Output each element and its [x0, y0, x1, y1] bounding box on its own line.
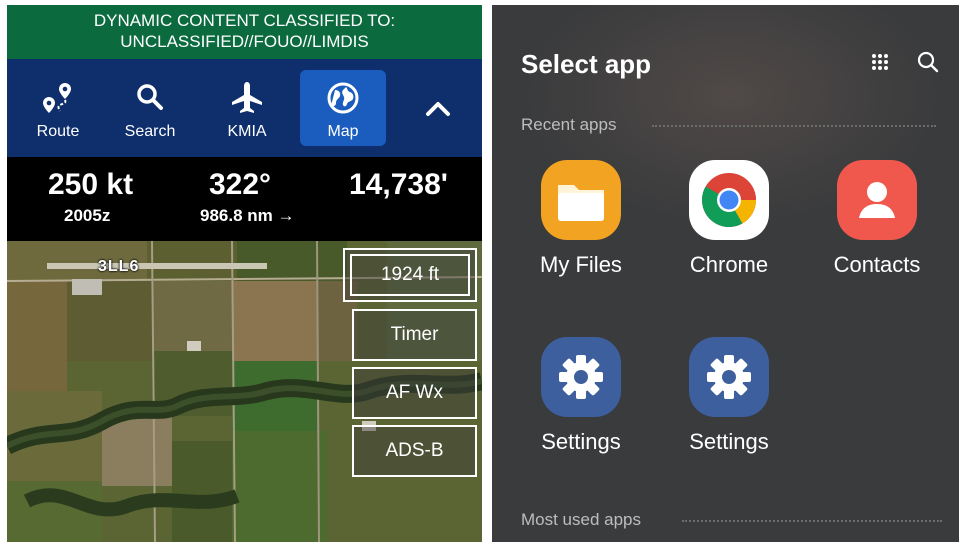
app-settings-1[interactable]: Settings: [511, 337, 651, 455]
most-used-apps-heading: Most used apps: [521, 510, 642, 529]
airport-label: 3LL6: [98, 258, 140, 275]
globe-icon: [300, 80, 386, 116]
classification-banner: DYNAMIC CONTENT CLASSIFIED TO: UNCLASSIF…: [7, 5, 482, 59]
elevation-label: 1924 ft: [350, 254, 470, 296]
route-button[interactable]: Route: [15, 70, 101, 146]
app-label: Contacts: [833, 252, 921, 277]
app-contacts[interactable]: Contacts: [807, 160, 947, 278]
flight-app-pane: DYNAMIC CONTENT CLASSIFIED TO: UNCLASSIF…: [7, 5, 482, 542]
gear-icon: [689, 337, 769, 417]
map-button[interactable]: Map: [300, 70, 386, 146]
top-toolbar: Route Search KMIA Map: [7, 59, 482, 157]
gear-icon: [541, 337, 621, 417]
collapse-toolbar-button[interactable]: [418, 89, 458, 129]
search-icon: [107, 80, 193, 116]
search-icon[interactable]: [916, 50, 940, 74]
route-label: Route: [36, 123, 80, 140]
altitude-value: 14,738': [349, 168, 448, 201]
time-value: 2005z: [64, 206, 111, 225]
select-app-sheet: Select app Recent apps My Files Chrome C…: [492, 5, 959, 542]
search-label: Search: [124, 123, 176, 140]
ads-b-button[interactable]: ADS-B: [352, 425, 477, 477]
recent-apps-heading: Recent apps: [521, 115, 617, 134]
af-wx-button[interactable]: AF Wx: [352, 367, 477, 419]
chevron-up-icon: [426, 102, 450, 116]
elevation-button[interactable]: 1924 ft: [343, 248, 477, 302]
airplane-icon: [204, 80, 290, 116]
app-chrome[interactable]: Chrome: [659, 160, 799, 278]
flight-stats-bar: 250 kt 2005z 322° 986.8 nm → 14,738': [7, 157, 482, 241]
timer-button[interactable]: Timer: [352, 309, 477, 361]
classification-line-1: DYNAMIC CONTENT CLASSIFIED TO:: [93, 11, 396, 30]
app-label: Settings: [541, 429, 621, 454]
app-label: Chrome: [689, 252, 769, 277]
most-used-divider: [682, 520, 942, 522]
app-label: My Files: [540, 252, 622, 277]
contacts-icon: [837, 160, 917, 240]
satellite-map[interactable]: 3LL6 1924 ft Timer AF Wx ADS-B: [7, 241, 482, 542]
kmia-label: KMIA: [227, 123, 267, 140]
folder-icon: [541, 160, 621, 240]
app-settings-2[interactable]: Settings: [659, 337, 799, 455]
search-button[interactable]: Search: [107, 70, 193, 146]
classification-line-2: UNCLASSIFIED//FOUO//LIMDIS: [120, 32, 369, 51]
sheet-title: Select app: [521, 49, 652, 79]
grid-icon[interactable]: [870, 52, 890, 72]
heading-value: 322°: [209, 168, 272, 201]
recent-divider: [652, 125, 936, 127]
app-my-files[interactable]: My Files: [511, 160, 651, 278]
map-label: Map: [327, 123, 359, 140]
route-icon: [15, 80, 101, 116]
distance-value: 986.8 nm →: [200, 206, 295, 225]
chrome-icon: [689, 160, 769, 240]
speed-value: 250 kt: [48, 168, 134, 201]
kmia-button[interactable]: KMIA: [204, 70, 290, 146]
app-label: Settings: [689, 429, 769, 454]
